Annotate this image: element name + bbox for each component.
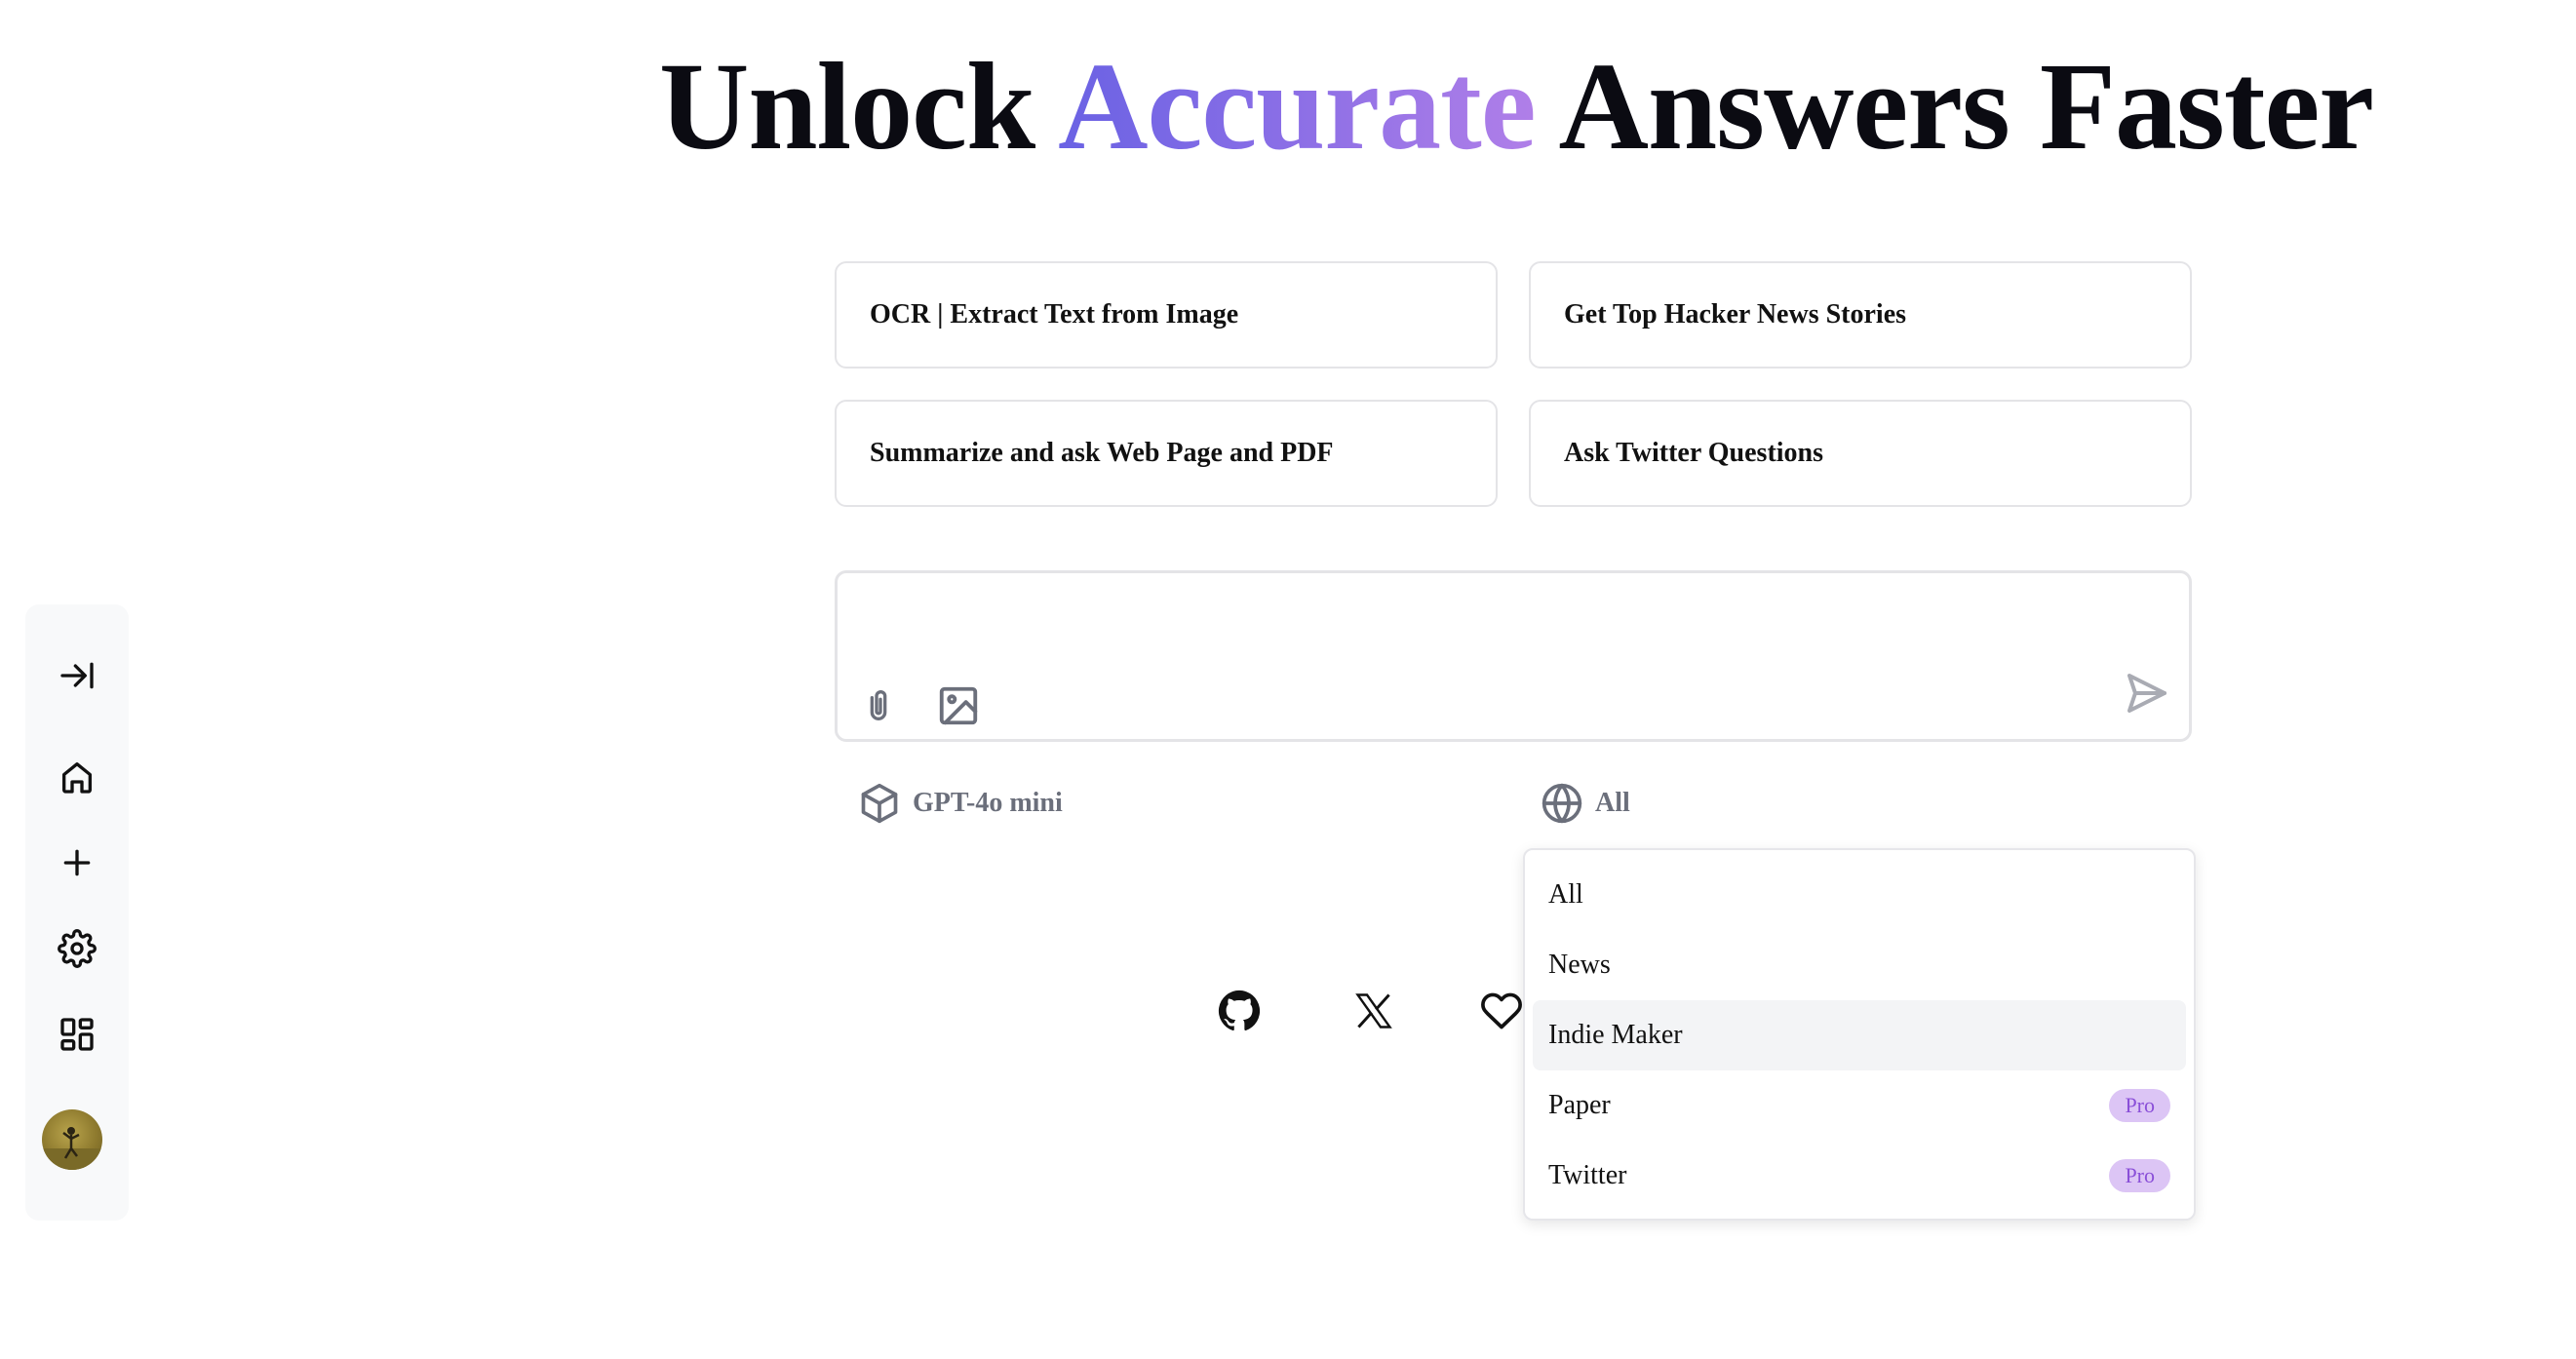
model-selector[interactable]: GPT-4o mini xyxy=(858,782,1063,825)
headline-part-2: Answers Faster xyxy=(1535,37,2375,175)
dropdown-item-label: Twitter xyxy=(1548,1160,1627,1190)
chat-input[interactable] xyxy=(857,589,2154,667)
suggestion-card-hacker-news[interactable]: Get Top Hacker News Stories xyxy=(1529,261,2192,369)
dropdown-item-label: Indie Maker xyxy=(1548,1020,1683,1050)
suggestion-label: Ask Twitter Questions xyxy=(1564,438,1824,468)
dropdown-item-news[interactable]: News xyxy=(1533,930,2186,1000)
suggestion-card-summarize[interactable]: Summarize and ask Web Page and PDF xyxy=(835,400,1498,507)
dropdown-item-indie-maker[interactable]: Indie Maker xyxy=(1533,1000,2186,1070)
sidebar xyxy=(25,604,129,1221)
gear-icon[interactable] xyxy=(53,924,101,973)
dropdown-item-paper[interactable]: Paper Pro xyxy=(1533,1070,2186,1141)
dropdown-item-all[interactable]: All xyxy=(1533,860,2186,930)
suggestion-label: Get Top Hacker News Stories xyxy=(1564,299,1907,330)
suggestion-card-ocr[interactable]: OCR | Extract Text from Image xyxy=(835,261,1498,369)
heart-icon[interactable] xyxy=(1480,987,1525,1035)
plus-icon[interactable] xyxy=(53,838,101,887)
headline-accent: Accurate xyxy=(1058,37,1536,175)
globe-icon xyxy=(1542,783,1582,824)
send-icon[interactable] xyxy=(2123,669,2171,718)
cube-icon xyxy=(861,783,898,824)
chat-input-box xyxy=(835,570,2192,742)
source-dropdown-menu: All News Indie Maker Paper Pro Twitter P… xyxy=(1523,848,2196,1221)
github-icon[interactable] xyxy=(1213,985,1266,1037)
image-icon[interactable] xyxy=(935,682,982,729)
home-icon[interactable] xyxy=(53,753,101,801)
suggestion-label: Summarize and ask Web Page and PDF xyxy=(870,438,1334,468)
page-title: Unlock Accurate Answers Faster xyxy=(0,43,2576,170)
expand-sidebar-icon[interactable] xyxy=(53,651,101,700)
paperclip-icon[interactable] xyxy=(857,682,900,729)
dropdown-item-twitter[interactable]: Twitter Pro xyxy=(1533,1141,2186,1211)
suggestion-label: OCR | Extract Text from Image xyxy=(870,299,1239,330)
suggestion-card-twitter[interactable]: Ask Twitter Questions xyxy=(1529,400,2192,507)
apps-icon[interactable] xyxy=(53,1010,101,1059)
source-selector-label: All xyxy=(1595,788,1630,818)
model-selector-label: GPT-4o mini xyxy=(913,788,1063,818)
pro-badge: Pro xyxy=(2109,1159,2170,1192)
source-selector[interactable]: All xyxy=(1541,782,1630,825)
dropdown-item-label: News xyxy=(1548,950,1611,980)
x-icon[interactable] xyxy=(1347,985,1400,1037)
avatar[interactable] xyxy=(42,1109,102,1170)
dropdown-item-label: All xyxy=(1548,879,1583,910)
headline-part-1: Unlock xyxy=(658,37,1059,175)
pro-badge: Pro xyxy=(2109,1089,2170,1122)
dropdown-item-label: Paper xyxy=(1548,1090,1611,1120)
